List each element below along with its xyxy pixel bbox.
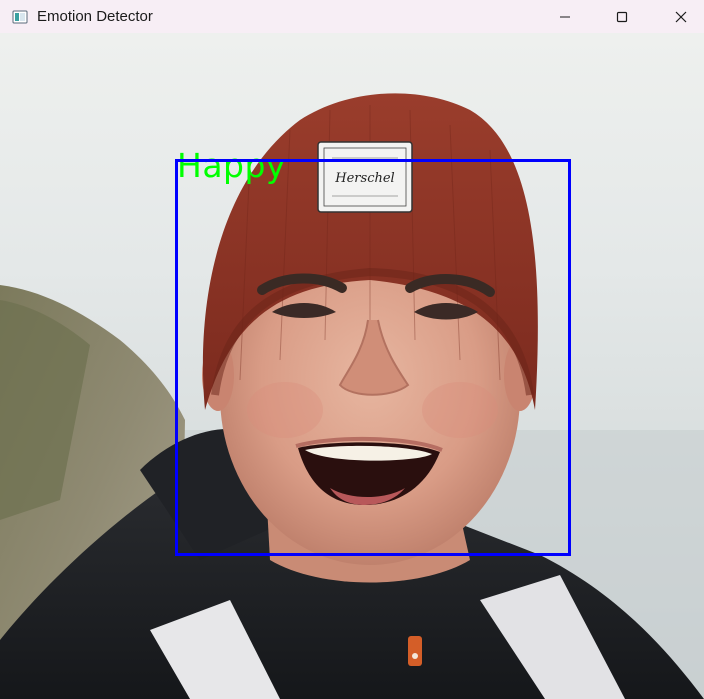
maximize-button[interactable] [593,0,651,33]
window-title: Emotion Detector [37,8,153,25]
maximize-icon [616,11,628,22]
face-bounding-box [175,159,571,556]
app-window-icon [12,9,28,25]
title-bar[interactable]: Emotion Detector [0,0,704,33]
minimize-icon [560,16,570,17]
app-window: Emotion Detector Herschel Happy [0,0,704,699]
close-icon [675,11,687,22]
close-button[interactable] [652,0,704,33]
minimize-button[interactable] [536,0,594,33]
